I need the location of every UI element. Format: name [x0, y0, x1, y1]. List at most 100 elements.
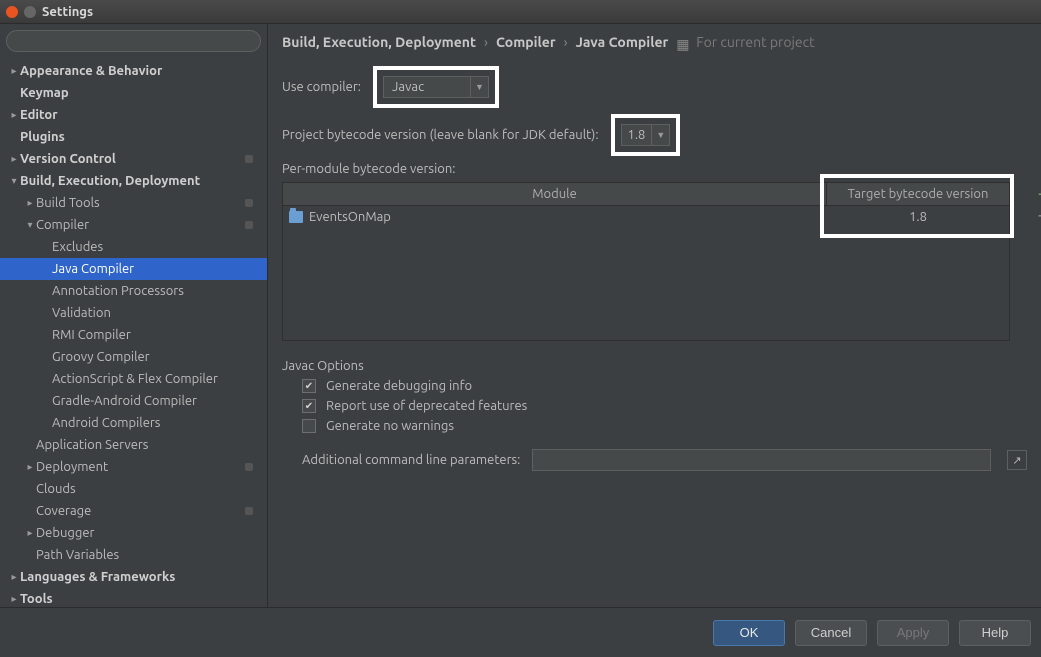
crumb-build[interactable]: Build, Execution, Deployment — [282, 34, 476, 50]
chevron-right-icon: ▸ — [24, 527, 36, 539]
checkbox-generate-no-warnings[interactable] — [302, 419, 316, 433]
crumb-java-compiler[interactable]: Java Compiler — [576, 34, 669, 50]
sidebar-item-languages-frameworks[interactable]: ▸Languages & Frameworks — [0, 566, 267, 588]
label-generate-debugging: Generate debugging info — [326, 379, 472, 393]
chevron-right-icon: ▸ — [8, 153, 20, 165]
table-row[interactable]: EventsOnMap 1.8 — [283, 206, 1009, 228]
cancel-button[interactable]: Cancel — [795, 620, 867, 646]
sidebar-item-tools[interactable]: ▸Tools — [0, 588, 267, 607]
breadcrumb-note: For current project — [696, 34, 814, 50]
col-module: Module — [283, 183, 827, 205]
chevron-right-icon: ▸ — [8, 571, 20, 583]
sidebar-item-validation[interactable]: Validation — [0, 302, 267, 324]
sidebar-item-label: Plugins — [20, 130, 259, 144]
form-area: Use compiler: Javac ▼ Project bytecode v… — [268, 56, 1041, 607]
minimize-icon[interactable] — [24, 6, 36, 18]
expand-icon[interactable]: ↗ — [1007, 450, 1027, 470]
sidebar-item-label: Annotation Processors — [52, 284, 259, 298]
sidebar-item-deployment[interactable]: ▸Deployment — [0, 456, 267, 478]
sidebar-item-label: ActionScript & Flex Compiler — [52, 372, 259, 386]
settings-sidebar: 🔍 ▸Appearance & BehaviorKeymap▸EditorPlu… — [0, 24, 268, 607]
sidebar-item-keymap[interactable]: Keymap — [0, 82, 267, 104]
dialog-button-bar: OK Cancel Apply Help — [0, 607, 1041, 657]
sidebar-item-compiler[interactable]: ▾Compiler — [0, 214, 267, 236]
sidebar-item-label: Version Control — [20, 152, 245, 166]
chevron-down-icon: ▾ — [24, 219, 36, 231]
project-scope-icon — [245, 463, 253, 471]
chevron-right-icon: ▸ — [8, 593, 20, 605]
add-button[interactable]: + — [1033, 184, 1041, 202]
label-per-module: Per-module bytecode version: — [282, 162, 455, 176]
module-target: 1.8 — [827, 208, 1009, 226]
sidebar-item-build-execution-deployment[interactable]: ▾Build, Execution, Deployment — [0, 170, 267, 192]
sidebar-item-android-compilers[interactable]: Android Compilers — [0, 412, 267, 434]
main-content: 🔍 ▸Appearance & BehaviorKeymap▸EditorPlu… — [0, 24, 1041, 607]
checkbox-generate-debugging[interactable]: ✔ — [302, 379, 316, 393]
compiler-dropdown[interactable]: Javac ▼ — [383, 76, 489, 98]
sidebar-item-label: Languages & Frameworks — [20, 570, 259, 584]
sidebar-item-appearance-behavior[interactable]: ▸Appearance & Behavior — [0, 60, 267, 82]
module-table[interactable]: Module Target bytecode version EventsOnM… — [282, 182, 1010, 341]
chevron-right-icon: › — [564, 34, 568, 50]
search-input[interactable] — [6, 30, 261, 52]
col-target: Target bytecode version — [827, 183, 1009, 205]
label-use-compiler: Use compiler: — [282, 80, 361, 94]
highlight-compiler: Javac ▼ — [373, 66, 499, 108]
apply-button[interactable]: Apply — [877, 620, 949, 646]
chevron-down-icon: ▼ — [651, 125, 669, 145]
check-generate-no-warnings-row[interactable]: Generate no warnings — [282, 419, 1027, 433]
table-side-buttons: + − — [1033, 184, 1041, 224]
breadcrumb: Build, Execution, Deployment › Compiler … — [268, 24, 1041, 56]
checkbox-report-deprecated[interactable]: ✔ — [302, 399, 316, 413]
sidebar-item-coverage[interactable]: Coverage — [0, 500, 267, 522]
module-name: EventsOnMap — [309, 210, 391, 224]
remove-button[interactable]: − — [1033, 206, 1041, 224]
chevron-right-icon: › — [484, 34, 488, 50]
sidebar-item-label: Android Compilers — [52, 416, 259, 430]
project-scope-icon — [245, 507, 253, 515]
settings-tree[interactable]: ▸Appearance & BehaviorKeymap▸EditorPlugi… — [0, 56, 267, 607]
sidebar-item-label: Keymap — [20, 86, 259, 100]
chevron-right-icon: ▸ — [8, 65, 20, 77]
project-bytecode-dropdown[interactable]: 1.8 ▼ — [621, 124, 671, 146]
chevron-right-icon: ▸ — [24, 461, 36, 473]
sidebar-item-clouds[interactable]: Clouds — [0, 478, 267, 500]
sidebar-item-version-control[interactable]: ▸Version Control — [0, 148, 267, 170]
project-scope-icon — [245, 199, 253, 207]
module-table-header: Module Target bytecode version — [283, 183, 1009, 206]
label-additional-params: Additional command line parameters: — [302, 453, 520, 467]
sidebar-item-label: Validation — [52, 306, 259, 320]
sidebar-item-build-tools[interactable]: ▸Build Tools — [0, 192, 267, 214]
highlight-bytecode: 1.8 ▼ — [611, 114, 681, 156]
crumb-compiler[interactable]: Compiler — [496, 34, 556, 50]
sidebar-item-path-variables[interactable]: Path Variables — [0, 544, 267, 566]
sidebar-item-label: Editor — [20, 108, 259, 122]
sidebar-item-gradle-android-compiler[interactable]: Gradle-Android Compiler — [0, 390, 267, 412]
window-title: Settings — [42, 5, 93, 19]
sidebar-item-java-compiler[interactable]: Java Compiler — [0, 258, 267, 280]
sidebar-item-actionscript-flex-compiler[interactable]: ActionScript & Flex Compiler — [0, 368, 267, 390]
sidebar-item-debugger[interactable]: ▸Debugger — [0, 522, 267, 544]
sidebar-item-application-servers[interactable]: Application Servers — [0, 434, 267, 456]
check-report-deprecated-row[interactable]: ✔ Report use of deprecated features — [282, 399, 1027, 413]
project-scope-icon — [245, 221, 253, 229]
sidebar-item-plugins[interactable]: Plugins — [0, 126, 267, 148]
module-table-wrap: Module Target bytecode version EventsOnM… — [282, 182, 1027, 341]
label-report-deprecated: Report use of deprecated features — [326, 399, 527, 413]
help-button[interactable]: Help — [959, 620, 1031, 646]
additional-params-input[interactable] — [532, 449, 991, 471]
sidebar-item-excludes[interactable]: Excludes — [0, 236, 267, 258]
sidebar-item-label: Debugger — [36, 526, 259, 540]
sidebar-item-groovy-compiler[interactable]: Groovy Compiler — [0, 346, 267, 368]
sidebar-item-label: Appearance & Behavior — [20, 64, 259, 78]
close-icon[interactable] — [6, 6, 18, 18]
ok-button[interactable]: OK — [713, 620, 785, 646]
chevron-down-icon: ▼ — [470, 77, 488, 97]
check-generate-debugging-row[interactable]: ✔ Generate debugging info — [282, 379, 1027, 393]
sidebar-item-label: Build Tools — [36, 196, 245, 210]
sidebar-item-editor[interactable]: ▸Editor — [0, 104, 267, 126]
sidebar-item-annotation-processors[interactable]: Annotation Processors — [0, 280, 267, 302]
sidebar-item-label: Compiler — [36, 218, 245, 232]
sidebar-item-rmi-compiler[interactable]: RMI Compiler — [0, 324, 267, 346]
project-scope-icon — [245, 155, 253, 163]
